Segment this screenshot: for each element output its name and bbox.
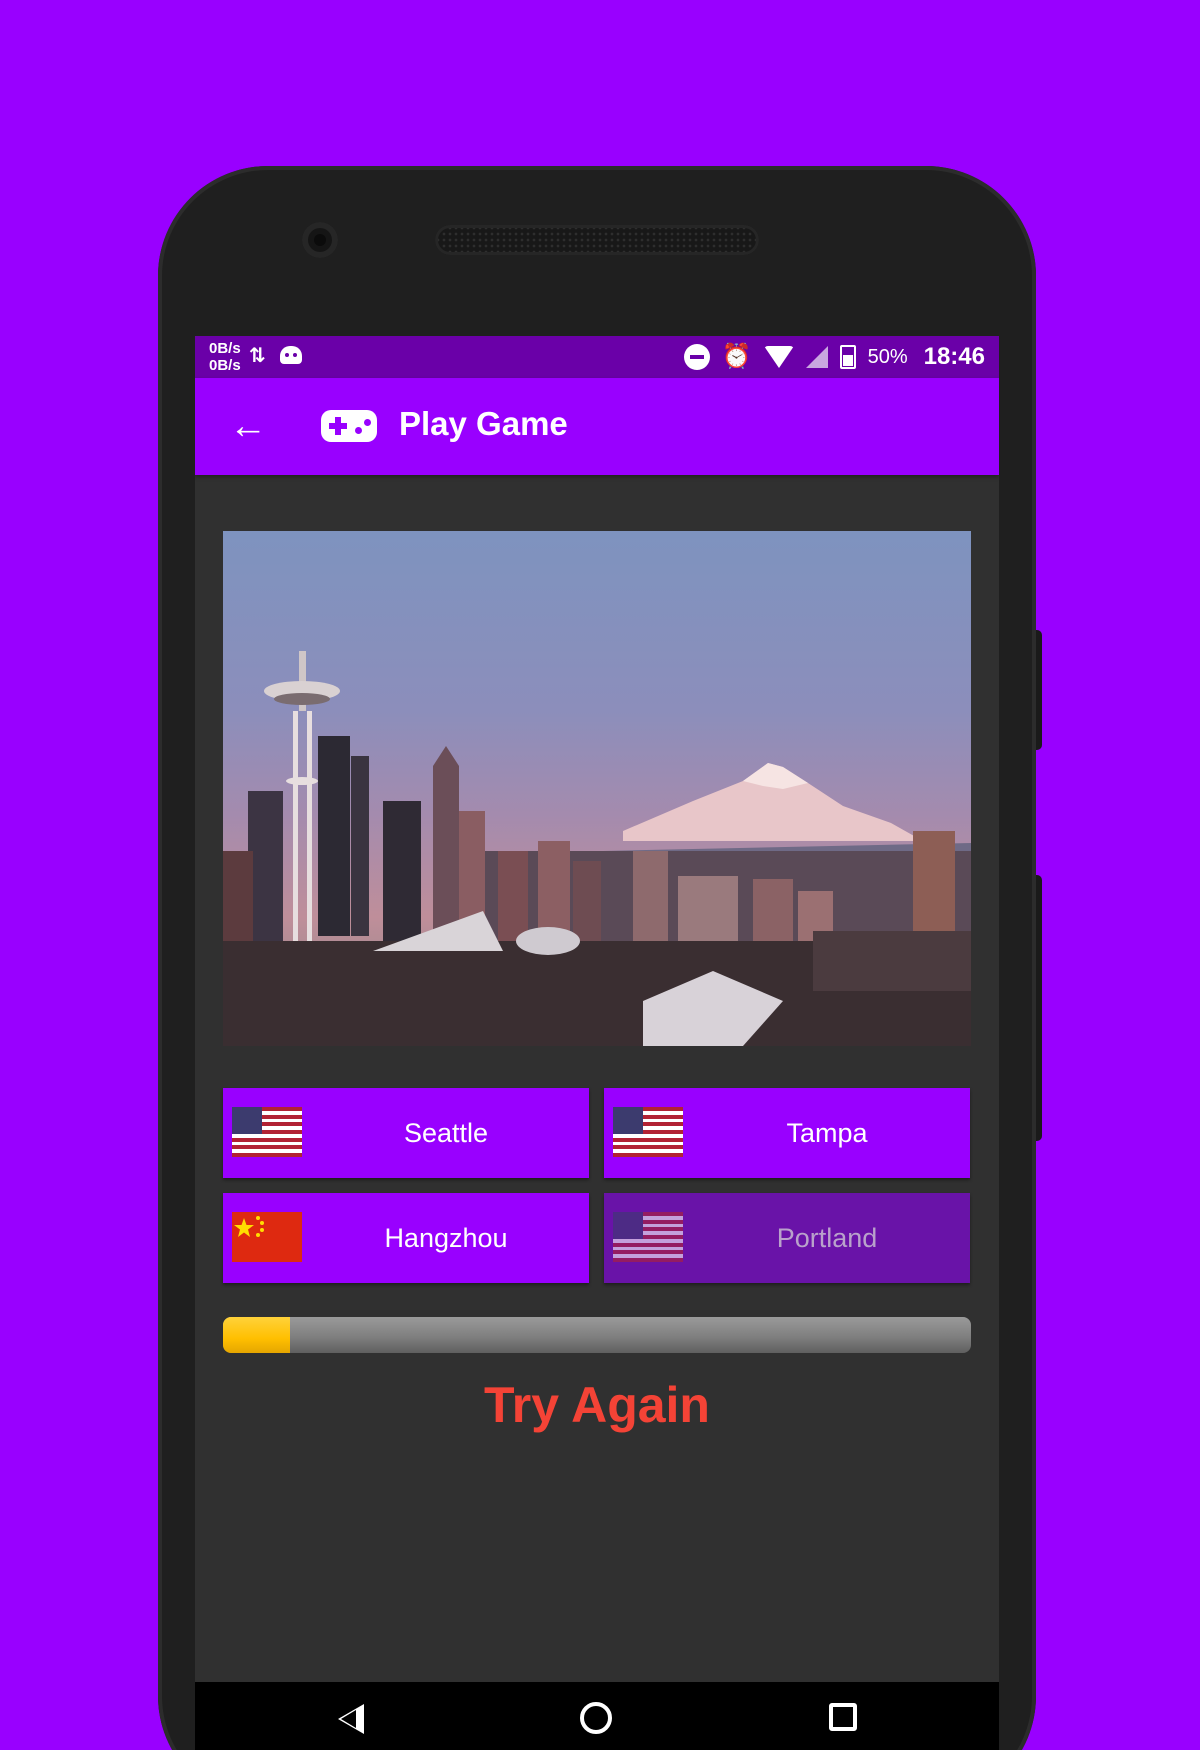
answer-label: Portland (776, 1223, 878, 1253)
network-speed: 0B/s 0B/s (209, 340, 241, 374)
android-icon (280, 346, 302, 364)
nav-back-icon[interactable] (338, 1704, 364, 1734)
status-bar: 0B/s 0B/s ⇅ ⏰ 50% 18:46 (195, 336, 999, 378)
network-speed-down: 0B/s (209, 357, 241, 374)
alarm-icon: ⏰ (721, 343, 752, 370)
nav-home-icon[interactable] (580, 1702, 612, 1734)
result-message: Try Again (484, 1377, 710, 1433)
answer-button-seattle[interactable]: Seattle (223, 1088, 589, 1178)
wifi-icon (763, 346, 794, 368)
battery-icon (839, 345, 856, 369)
answer-button-tampa[interactable]: Tampa (604, 1088, 970, 1178)
arrow-left-icon[interactable]: ← (225, 404, 271, 450)
status-time: 18:46 (923, 343, 985, 370)
signal-icon (805, 346, 828, 368)
answer-button-hangzhou[interactable]: Hangzhou (223, 1193, 589, 1283)
us-flag-icon (613, 1212, 683, 1262)
answer-label: Hangzhou (384, 1223, 508, 1253)
network-speed-up: 0B/s (209, 340, 241, 357)
earpiece-speaker (435, 225, 759, 255)
answer-label: Seattle (403, 1118, 489, 1148)
us-flag-icon (613, 1107, 683, 1157)
do-not-disturb-icon (683, 344, 710, 370)
app-bar: ← Play Game (195, 378, 999, 475)
timer-progress-fill (223, 1317, 291, 1353)
nav-recents-icon[interactable] (829, 1703, 857, 1731)
page-title: Play Game (399, 405, 568, 442)
battery-percent: 50% (867, 345, 908, 368)
gamepad-icon (321, 410, 377, 442)
us-flag-icon (232, 1107, 302, 1157)
answer-label: Tampa (786, 1118, 868, 1148)
china-flag-icon (232, 1212, 302, 1262)
answer-button-portland[interactable]: Portland (604, 1193, 970, 1283)
city-skyline-photo (223, 531, 971, 1046)
data-transfer-icon: ⇅ (249, 345, 266, 367)
timer-progress-bar (223, 1317, 971, 1353)
navigation-bar (195, 1682, 999, 1750)
phone-screen: 0B/s 0B/s ⇅ ⏰ 50% 18:46 ← Play Game Seat… (195, 336, 999, 1750)
front-camera (302, 222, 338, 258)
city-skyline-illustration (223, 651, 971, 1046)
